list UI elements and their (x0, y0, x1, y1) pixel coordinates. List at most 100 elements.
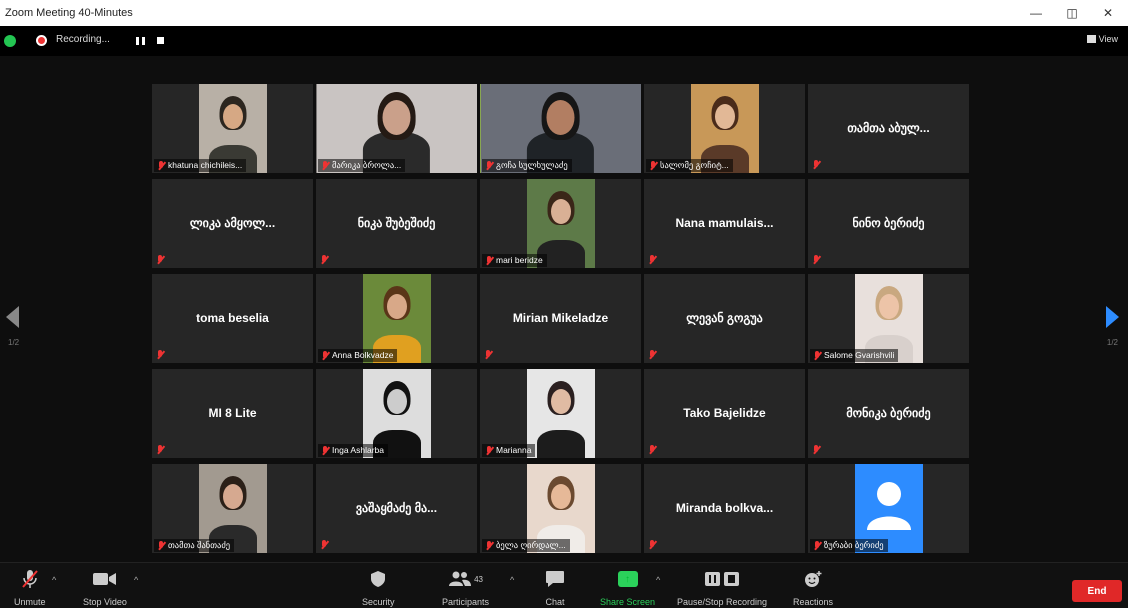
mic-muted-icon (648, 445, 656, 455)
chat-button[interactable]: Chat (545, 569, 565, 607)
participant-tile[interactable]: მონიკა ბერიძე (808, 369, 969, 458)
participant-name: Miranda bolkva... (675, 501, 774, 515)
unmute-button[interactable]: Unmute (14, 569, 46, 607)
video-camera-icon (92, 569, 117, 589)
participant-tile[interactable]: ლიკა ამყოლ... (152, 179, 313, 268)
stop-recording-icon[interactable] (157, 37, 164, 44)
participant-name: MI 8 Lite (208, 406, 257, 420)
participant-tile[interactable]: მარიკა ბროლა... (316, 84, 477, 173)
participant-name-label: Inga Ashlarba (318, 444, 388, 457)
view-button[interactable]: View (1086, 34, 1118, 44)
close-button[interactable]: ✕ (1090, 0, 1126, 26)
next-page-arrow-icon[interactable] (1106, 306, 1119, 328)
share-options-caret-icon[interactable]: ^ (656, 575, 660, 585)
participant-name: გოჩა სულხულაძე (496, 160, 568, 170)
participant-tile[interactable]: Marianna (480, 369, 641, 458)
participant-name: Tako Bajelidze (683, 406, 766, 420)
participant-tile[interactable]: გოჩა სულხულაძე (480, 84, 641, 173)
minimize-button[interactable]: — (1018, 0, 1054, 26)
page-indicator-right: 1/2 (1106, 338, 1118, 347)
participant-tile[interactable]: ნინო ბერიძე (808, 179, 969, 268)
participant-name: Inga Ashlarba (332, 445, 384, 455)
share-screen-icon: ↑ (617, 569, 638, 589)
participant-name: ნინო ბერიძე (852, 216, 925, 230)
mic-muted-icon (485, 160, 493, 171)
gallery-view-icon (1086, 35, 1096, 43)
participant-tile[interactable]: mari beridze (480, 179, 641, 268)
participant-tile[interactable]: Mirian Mikeladze (480, 274, 641, 363)
participant-tile[interactable]: ვაშაყმაძე მა... (316, 464, 477, 553)
participants-caret-icon[interactable]: ^ (510, 575, 514, 585)
participant-tile[interactable]: Nana mamulais... (644, 179, 805, 268)
participant-tile[interactable]: ზურაბი ბერიძე (808, 464, 969, 553)
participant-tile[interactable]: თამთა შანთაძე (152, 464, 313, 553)
mic-muted-icon (813, 540, 821, 551)
participant-tile[interactable]: Salome Gvarishvili (808, 274, 969, 363)
participant-name: Marianna (496, 445, 532, 455)
participant-tile[interactable]: ბელა ღირდალ... (480, 464, 641, 553)
mic-muted-icon (484, 350, 492, 360)
recording-icon (36, 35, 47, 46)
participant-name-label: თამთა შანთაძე (154, 539, 235, 552)
view-label: View (1098, 34, 1118, 44)
participant-name: Nana mamulais... (675, 216, 774, 230)
security-button[interactable]: Security (362, 569, 395, 607)
participant-tile[interactable]: toma beselia (152, 274, 313, 363)
chat-bubble-icon (545, 569, 565, 589)
reactions-button[interactable]: Reactions (793, 569, 833, 607)
mic-muted-icon (320, 255, 328, 265)
page-indicator-left: 1/2 (8, 338, 20, 347)
encryption-shield-icon[interactable] (4, 35, 16, 47)
meeting-toolbar: Unmute ^ Stop Video ^ Security 43 Partic… (0, 562, 1128, 608)
title-bar: Zoom Meeting 40-Minutes — ◫ ✕ (0, 0, 1128, 26)
pause-stop-recording-button[interactable]: Pause/Stop Recording (677, 569, 767, 607)
mic-muted-icon (485, 445, 493, 456)
mic-muted-icon (321, 350, 329, 361)
participants-icon: 43 (448, 569, 483, 589)
share-screen-button[interactable]: ↑ Share Screen (600, 569, 655, 607)
window-title: Zoom Meeting 40-Minutes (5, 7, 133, 19)
mic-muted-icon (648, 255, 656, 265)
mic-muted-icon (321, 445, 329, 456)
restore-button[interactable]: ◫ (1054, 0, 1090, 26)
participant-video (526, 369, 595, 458)
participant-name: მარიკა ბროლა... (332, 160, 402, 170)
mic-muted-icon (320, 540, 328, 550)
mic-muted-icon (156, 445, 164, 455)
participant-name-label: Anna Bolkvadze (318, 349, 398, 362)
mic-muted-icon (812, 160, 820, 170)
previous-page-arrow-icon[interactable] (6, 306, 19, 328)
participant-name-label: Marianna (482, 444, 536, 457)
participant-tile[interactable]: თამთა აბულ... (808, 84, 969, 173)
participant-name-label: khatuna chichileis... (154, 159, 247, 172)
mic-muted-icon (156, 350, 164, 360)
participant-tile[interactable]: Inga Ashlarba (316, 369, 477, 458)
mic-muted-icon (156, 255, 164, 265)
participant-tile[interactable]: MI 8 Lite (152, 369, 313, 458)
participant-name: მონიკა ბერიძე (846, 406, 931, 420)
participant-tile[interactable]: khatuna chichileis... (152, 84, 313, 173)
participant-tile[interactable]: ლევან გოგუა (644, 274, 805, 363)
mic-muted-icon (649, 160, 657, 171)
participant-tile[interactable]: Tako Bajelidze (644, 369, 805, 458)
video-options-caret-icon[interactable]: ^ (134, 575, 138, 585)
end-meeting-button[interactable]: End (1072, 580, 1122, 602)
participant-name: Salome Gvarishvili (824, 350, 895, 360)
mic-muted-icon (21, 569, 39, 589)
participant-tile[interactable]: Miranda bolkva... (644, 464, 805, 553)
audio-options-caret-icon[interactable]: ^ (52, 575, 56, 585)
mic-muted-icon (812, 445, 820, 455)
participant-name: Mirian Mikeladze (512, 311, 609, 325)
emoji-plus-icon (804, 569, 822, 589)
pause-recording-icon[interactable] (136, 37, 145, 45)
stop-video-button[interactable]: Stop Video (83, 569, 127, 607)
participants-button[interactable]: 43 Participants (442, 569, 489, 607)
participant-name: თამთა აბულ... (847, 121, 930, 135)
participant-tile[interactable]: Anna Bolkvadze (316, 274, 477, 363)
participant-tile[interactable]: ნიკა შუბეშიძე (316, 179, 477, 268)
mic-muted-icon (157, 160, 165, 171)
gallery-grid: khatuna chichileis... მარიკა ბროლა... გოჩა… (152, 84, 972, 554)
participant-tile[interactable]: სალომე გოჩიტ... (644, 84, 805, 173)
participant-name: ბელა ღირდალ... (496, 540, 566, 550)
participant-name: თამთა შანთაძე (168, 540, 231, 550)
